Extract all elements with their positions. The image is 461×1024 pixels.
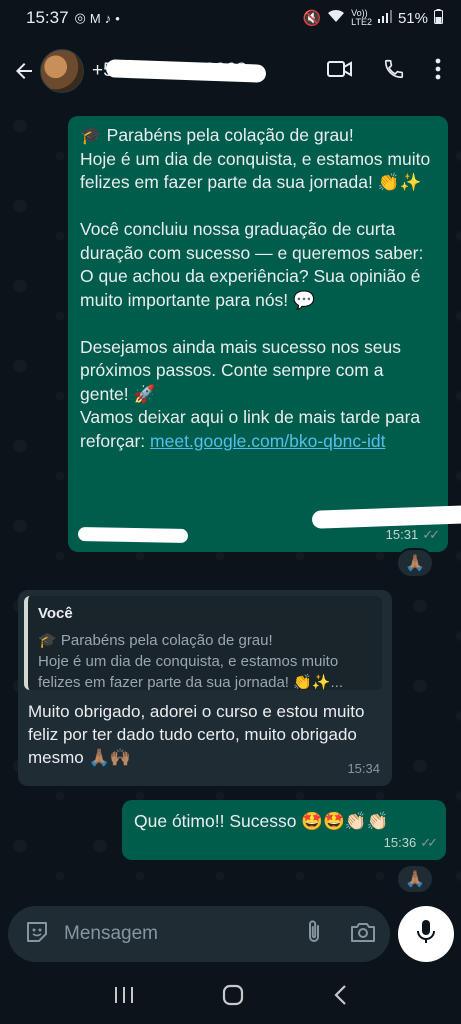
wifi-icon (327, 9, 345, 27)
gmail-notification-icon: M (89, 10, 101, 26)
battery-percent: 51% (397, 9, 428, 27)
message-meta: 15:36 ✓✓ (383, 831, 438, 855)
message-text: 🎓 Parabéns pela colação de grau! Hoje é … (80, 125, 431, 451)
dot-icon: • (115, 10, 120, 26)
tiktok-notification-icon: ♪ (104, 10, 112, 26)
message-input[interactable]: Mensagem (64, 923, 158, 945)
mute-icon: 🔇 (302, 10, 322, 27)
attach-icon[interactable] (306, 919, 322, 950)
message-input-bar[interactable]: Mensagem (8, 906, 390, 962)
message-meta: 15:31 ✓✓ (385, 523, 440, 547)
mic-button[interactable] (398, 906, 454, 962)
redaction-mark (77, 527, 189, 543)
reaction-badge[interactable]: 🙏🏽 (396, 864, 434, 894)
mic-icon (416, 919, 436, 950)
message-bubble-outgoing[interactable]: Que ótimo!! Sucesso 🤩🤩👏🏻👏🏻 15:36 ✓✓ (122, 800, 446, 860)
back-nav-icon[interactable] (333, 984, 347, 1011)
message-link[interactable]: meet.google.com/bko-qbnc-idt (150, 431, 385, 451)
chat-area[interactable]: 🎓 Parabéns pela colação de grau! Hoje é … (0, 106, 461, 904)
message-text: Muito obrigado, adorei o curso e estou m… (28, 702, 365, 767)
chat-header: +55 21 9821-0968 (0, 36, 461, 106)
status-time: 15:37 (26, 8, 69, 27)
system-nav-bar (0, 970, 461, 1024)
message-bubble-incoming[interactable]: Você 🎓 Parabéns pela colação de grau! Ho… (18, 590, 392, 786)
message-time: 15:34 (347, 760, 380, 776)
signal-icon (377, 9, 392, 27)
quoted-message[interactable]: Você 🎓 Parabéns pela colação de grau! Ho… (24, 596, 382, 691)
avatar[interactable] (40, 49, 84, 93)
message-bubble-outgoing[interactable]: 🎓 Parabéns pela colação de grau! Hoje é … (68, 116, 461, 552)
message-time: 15:31 (385, 526, 419, 542)
quote-author: Você (38, 605, 73, 622)
contact-name[interactable]: +55 21 9821-0968 (92, 59, 267, 83)
read-ticks-icon: ✓✓ (422, 526, 440, 542)
sticker-icon[interactable] (24, 919, 50, 950)
whatsapp-notification-icon: ◎ (74, 10, 86, 25)
more-vert-icon[interactable] (435, 58, 441, 85)
reaction-badge[interactable]: 🙏🏽 (396, 548, 434, 578)
read-ticks-icon: ✓✓ (420, 834, 438, 850)
phone-icon[interactable] (383, 58, 405, 85)
message-meta: 15:34 (347, 757, 380, 781)
status-bar: 15:37 ◎ M ♪ • 🔇 Vo)) LTE2 51% (0, 0, 461, 36)
quote-text: 🎓 Parabéns pela colação de grau! Hoje é … (38, 631, 343, 691)
home-icon[interactable] (222, 984, 244, 1011)
video-call-icon[interactable] (327, 59, 353, 84)
message-time: 15:36 (383, 834, 417, 850)
recent-apps-icon[interactable] (114, 986, 134, 1009)
camera-icon[interactable] (350, 921, 376, 948)
volte-label: Vo)) LTE2 (351, 8, 372, 27)
battery-icon (434, 8, 443, 28)
